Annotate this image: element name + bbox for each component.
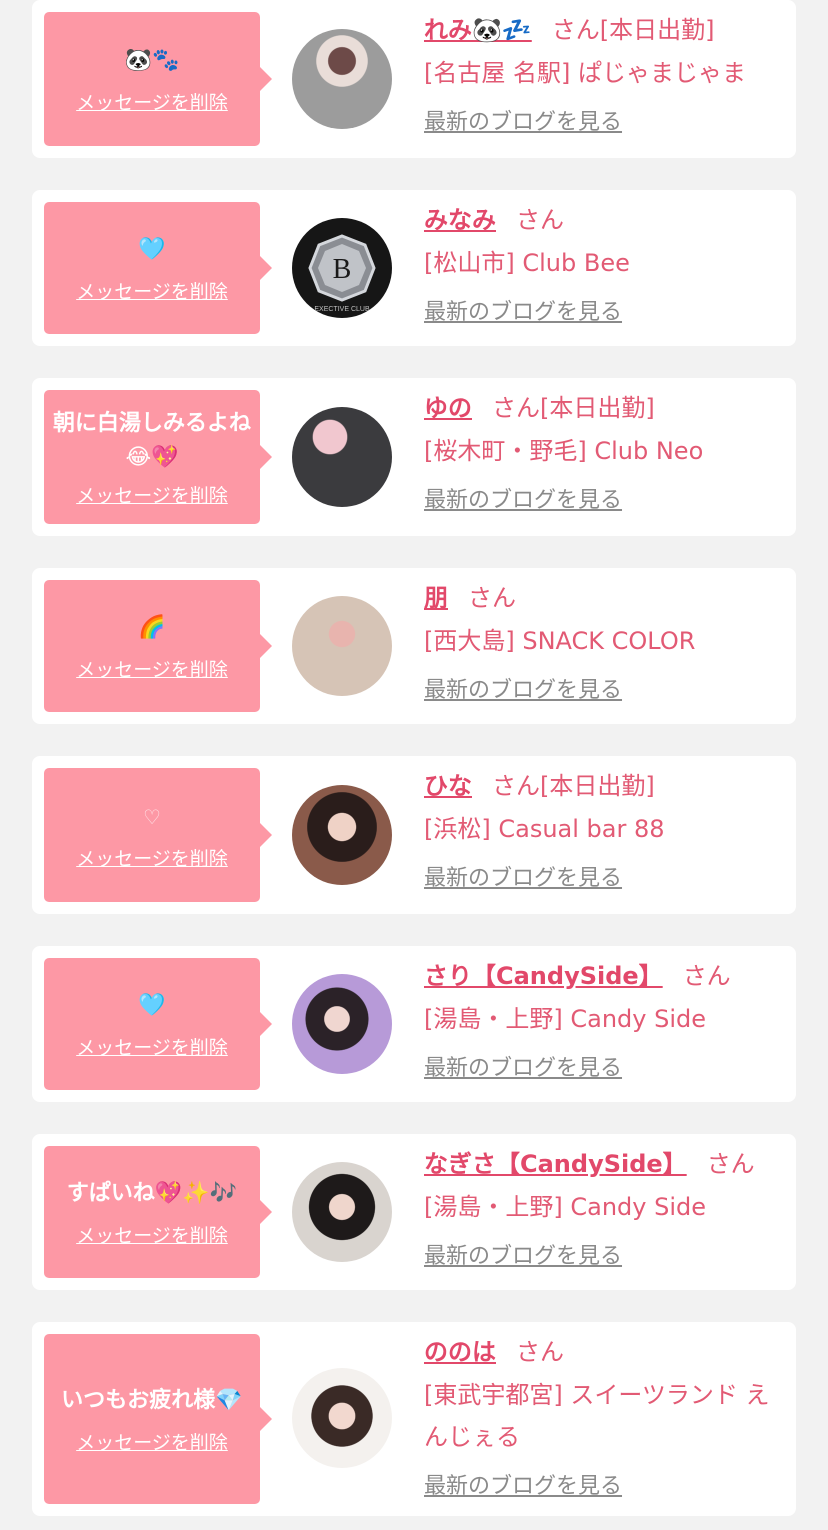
delete-message-link[interactable]: メッセージを削除 <box>76 1221 228 1248</box>
delete-message-link[interactable]: メッセージを削除 <box>76 1428 228 1455</box>
logo-letter: B <box>333 254 352 285</box>
cast-name-link[interactable]: れみ🐼💤 <box>424 16 532 44</box>
message-bubble: ♡ メッセージを削除 <box>44 768 272 902</box>
message-bubble: 🩵 メッセージを削除 <box>44 958 272 1090</box>
delete-message-link[interactable]: メッセージを削除 <box>76 277 228 304</box>
delete-message-link[interactable]: メッセージを削除 <box>76 655 228 682</box>
cast-name-link[interactable]: ののは <box>424 1338 496 1366</box>
message-text: 🩵 <box>138 236 166 262</box>
delete-message-link[interactable]: メッセージを削除 <box>76 1033 228 1060</box>
message-card: 🩵 メッセージを削除 さり【CandySide】 さん [湯島・上野] Candy… <box>32 946 796 1102</box>
message-bubble: 朝に白湯しみるよね😂💖 メッセージを削除 <box>44 390 272 524</box>
honorific: さん <box>468 584 516 612</box>
message-bubble: すぱいね💖✨🎶 メッセージを削除 <box>44 1146 272 1278</box>
cast-info: なぎさ【CandySide】 さん [湯島・上野] Candy Side 最新のブ… <box>424 1146 780 1270</box>
avatar[interactable] <box>292 29 392 129</box>
avatar[interactable] <box>292 596 392 696</box>
avatar[interactable] <box>292 1162 392 1262</box>
honorific: さん <box>516 206 564 234</box>
delete-message-link[interactable]: メッセージを削除 <box>76 844 228 871</box>
cast-info: ひな さん[本日出勤] [浜松] Casual bar 88 最新のブログを見る <box>424 768 780 892</box>
name-line: ゆの さん[本日出勤] <box>424 390 780 426</box>
name-line: なぎさ【CandySide】 さん <box>424 1146 780 1182</box>
honorific: さん <box>551 16 600 44</box>
cast-info: ののは さん [東武宇都宮] スイーツランド えんじぇる 最新のブログを見る <box>424 1334 780 1500</box>
message-card: すぱいね💖✨🎶 メッセージを削除 なぎさ【CandySide】 さん [湯島・上野… <box>32 1134 796 1290</box>
name-line: ひな さん[本日出勤] <box>424 768 780 804</box>
latest-blog-link[interactable]: 最新のブログを見る <box>424 860 622 892</box>
message-bubble: 🐼🐾 メッセージを削除 <box>44 12 272 146</box>
message-bubble: 🌈 メッセージを削除 <box>44 580 272 712</box>
avatar[interactable]: B EXECTIVE CLUB <box>292 218 392 318</box>
message-list: 🐼🐾 メッセージを削除 れみ🐼💤 さん[本日出勤] [名古屋 名駅] ぱじゃまじゃ… <box>0 0 828 1530</box>
message-text: すぱいね💖✨🎶 <box>66 1180 238 1206</box>
name-line: ののは さん <box>424 1334 780 1370</box>
cast-info: れみ🐼💤 さん[本日出勤] [名古屋 名駅] ぱじゃまじゃま 最新のブログを見る <box>424 12 780 136</box>
cast-name-link[interactable]: さり【CandySide】 <box>424 962 663 990</box>
message-text: ♡ <box>143 804 161 829</box>
delete-message-link[interactable]: メッセージを削除 <box>76 88 228 115</box>
avatar[interactable] <box>292 407 392 507</box>
message-text: いつもお疲れ様💎 <box>61 1387 243 1413</box>
shop-name: [湯島・上野] Candy Side <box>424 1005 706 1033</box>
status-badge: [本日出勤] <box>540 394 655 422</box>
latest-blog-link[interactable]: 最新のブログを見る <box>424 672 622 704</box>
avatar[interactable] <box>292 974 392 1074</box>
message-text: 🩵 <box>138 992 166 1018</box>
status-badge: [本日出勤] <box>540 772 655 800</box>
name-line: みなみ さん <box>424 202 780 238</box>
cast-name-link[interactable]: 朋 <box>424 584 448 612</box>
delete-message-link[interactable]: メッセージを削除 <box>76 481 228 508</box>
latest-blog-link[interactable]: 最新のブログを見る <box>424 1238 622 1270</box>
cast-name-link[interactable]: なぎさ【CandySide】 <box>424 1150 687 1178</box>
shop-name: [名古屋 名駅] ぱじゃまじゃま <box>424 59 746 87</box>
message-card: ♡ メッセージを削除 ひな さん[本日出勤] [浜松] Casual bar 88… <box>32 756 796 914</box>
latest-blog-link[interactable]: 最新のブログを見る <box>424 294 622 326</box>
honorific: さん <box>492 772 540 800</box>
message-card: 🩵 メッセージを削除 B EXECTIVE CLUB みなみ さん [松山市] C… <box>32 190 796 346</box>
club-logo-icon: B EXECTIVE CLUB <box>308 234 376 313</box>
honorific: さん <box>682 962 731 990</box>
avatar[interactable] <box>292 785 392 885</box>
cast-name-link[interactable]: ゆの <box>424 394 472 422</box>
logo-subtext: EXECTIVE CLUB <box>314 306 370 313</box>
shop-name: [松山市] Club Bee <box>424 249 630 277</box>
message-card: 🐼🐾 メッセージを削除 れみ🐼💤 さん[本日出勤] [名古屋 名駅] ぱじゃまじゃ… <box>32 0 796 158</box>
name-line: 朋さん <box>424 580 780 616</box>
message-card: 🌈 メッセージを削除 朋さん [西大島] SNACK COLOR 最新のブログを… <box>32 568 796 724</box>
shop-name: [東武宇都宮] スイーツランド えんじぇる <box>424 1381 770 1451</box>
message-bubble: いつもお疲れ様💎 メッセージを削除 <box>44 1334 272 1504</box>
cast-info: みなみ さん [松山市] Club Bee 最新のブログを見る <box>424 202 780 326</box>
avatar[interactable] <box>292 1368 392 1468</box>
message-text: 朝に白湯しみるよね😂💖 <box>52 410 251 470</box>
shop-name: [桜木町・野毛] Club Neo <box>424 437 704 465</box>
status-badge: [本日出勤] <box>599 16 715 44</box>
honorific: さん <box>516 1338 564 1366</box>
latest-blog-link[interactable]: 最新のブログを見る <box>424 1050 622 1082</box>
cast-name-link[interactable]: ひな <box>424 772 472 800</box>
cast-info: さり【CandySide】 さん [湯島・上野] Candy Side 最新のブロ… <box>424 958 780 1082</box>
name-line: さり【CandySide】 さん <box>424 958 780 994</box>
cast-info: ゆの さん[本日出勤] [桜木町・野毛] Club Neo 最新のブログを見る <box>424 390 780 514</box>
honorific: さん <box>706 1150 755 1178</box>
shop-name: [湯島・上野] Candy Side <box>424 1193 706 1221</box>
message-text: 🌈 <box>138 614 166 640</box>
latest-blog-link[interactable]: 最新のブログを見る <box>424 482 622 514</box>
message-bubble: 🩵 メッセージを削除 <box>44 202 272 334</box>
cast-name-link[interactable]: みなみ <box>424 206 496 234</box>
shop-name: [浜松] Casual bar 88 <box>424 815 665 843</box>
message-card: いつもお疲れ様💎 メッセージを削除 ののは さん [東武宇都宮] スイーツランド … <box>32 1322 796 1516</box>
message-text: 🐼🐾 <box>124 47 180 73</box>
latest-blog-link[interactable]: 最新のブログを見る <box>424 104 622 136</box>
message-card: 朝に白湯しみるよね😂💖 メッセージを削除 ゆの さん[本日出勤] [桜木町・野毛]… <box>32 378 796 536</box>
name-line: れみ🐼💤 さん[本日出勤] <box>424 12 780 48</box>
latest-blog-link[interactable]: 最新のブログを見る <box>424 1468 622 1500</box>
cast-info: 朋さん [西大島] SNACK COLOR 最新のブログを見る <box>424 580 780 704</box>
shop-name: [西大島] SNACK COLOR <box>424 627 696 655</box>
honorific: さん <box>492 394 540 422</box>
